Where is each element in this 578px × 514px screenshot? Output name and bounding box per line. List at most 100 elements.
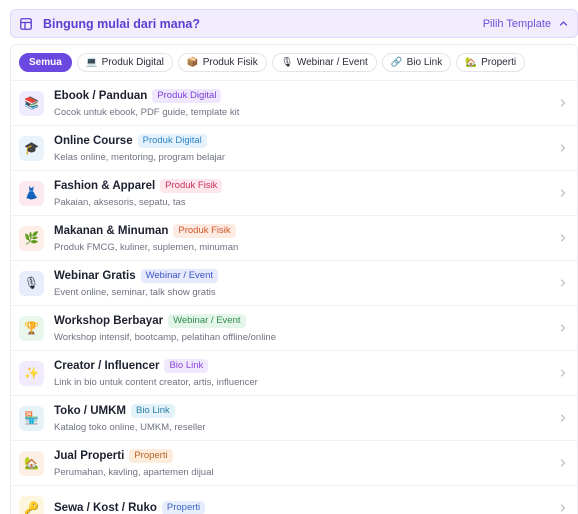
chevron-right-icon: [559, 369, 567, 377]
template-title-line: Jual Properti Properti: [54, 449, 553, 464]
filter-chip-label: Produk Fisik: [202, 57, 258, 68]
template-text: Workshop Berbayar Webinar / Event Workshop…: [54, 314, 553, 343]
chevron-right-icon: [559, 234, 567, 242]
filter-chip-label: Produk Digital: [101, 57, 164, 68]
category-badge: Produk Digital: [137, 134, 207, 148]
template-title: Creator / Influencer: [54, 360, 160, 372]
chevron-right-icon: [559, 324, 567, 332]
template-title-line: Toko / UMKM Bio Link: [54, 404, 553, 419]
template-row[interactable]: 👗 Fashion & Apparel Produk Fisik Pakaian, a…: [11, 171, 577, 216]
filter-chip[interactable]: 🔗 Bio Link: [381, 53, 452, 72]
template-description: Workshop intensif, bootcamp, pelatihan o…: [54, 331, 276, 343]
template-title: Sewa / Kost / Ruko: [54, 502, 157, 514]
template-title: Ebook / Panduan: [54, 90, 148, 102]
chevron-right-icon: [559, 279, 567, 287]
template-text: Webinar Gratis Webinar / Event Event onlin…: [54, 269, 553, 298]
chevron-right-icon: [559, 459, 567, 467]
template-list: 📚 Ebook / Panduan Produk Digital Cocok untu…: [11, 81, 577, 514]
template-icon: 🌿: [19, 225, 44, 251]
template-text: Online Course Produk Digital Kelas online,…: [54, 134, 553, 163]
chevron-right-icon: [559, 504, 567, 512]
chevron-right-icon: [559, 99, 567, 107]
template-title: Online Course: [54, 135, 133, 147]
template-icon: 🔑: [19, 495, 44, 514]
template-title: Workshop Berbayar: [54, 315, 164, 327]
template-title-line: Fashion & Apparel Produk Fisik: [54, 179, 553, 194]
template-description: Pakaian, aksesoris, sepatu, tas: [54, 196, 186, 208]
filter-chip-icon: 🔗: [390, 57, 403, 68]
template-title: Makanan & Minuman: [54, 225, 169, 237]
template-text: Fashion & Apparel Produk Fisik Pakaian, ak…: [54, 179, 553, 208]
category-filter-bar: Semua 💻 Produk Digital 📦 Produk Fisik 🎙 Webina…: [11, 45, 577, 81]
filter-chip[interactable]: 🏡 Properti: [456, 53, 526, 72]
template-title-line: Ebook / Panduan Produk Digital: [54, 89, 553, 104]
chevron-right-icon: [559, 414, 567, 422]
template-title-line: Creator / Influencer Bio Link: [54, 359, 553, 374]
template-row[interactable]: 🔑 Sewa / Kost / Ruko Properti: [11, 486, 577, 514]
template-icon: 🎙: [19, 270, 44, 296]
template-row[interactable]: 🎙 Webinar Gratis Webinar / Event Event onli…: [11, 261, 577, 306]
filter-chip-icon: 🎙: [280, 57, 293, 68]
filter-chip-label: Properti: [481, 57, 517, 68]
template-icon: 👗: [19, 180, 44, 206]
template-row[interactable]: ✨ Creator / Influencer Bio Link Link in bio…: [11, 351, 577, 396]
template-row[interactable]: 🎓 Online Course Produk Digital Kelas online…: [11, 126, 577, 171]
template-banner[interactable]: Bingung mulai dari mana? Pilih Template: [10, 9, 578, 38]
template-text: Ebook / Panduan Produk Digital Cocok untuk…: [54, 89, 553, 118]
category-badge: Properti: [161, 501, 206, 514]
chevron-right-icon: [559, 144, 567, 152]
template-title-line: Makanan & Minuman Produk Fisik: [54, 224, 553, 239]
template-text: Creator / Influencer Bio Link Link in bio …: [54, 359, 553, 388]
template-icon: ✨: [19, 360, 44, 386]
template-text: Sewa / Kost / Ruko Properti: [54, 501, 553, 514]
template-panel: Semua 💻 Produk Digital 📦 Produk Fisik 🎙 Webina…: [10, 44, 578, 514]
category-badge: Produk Fisik: [173, 224, 236, 238]
banner-title: Bingung mulai dari mana?: [43, 16, 200, 31]
filter-chip-label: Bio Link: [406, 57, 443, 68]
template-icon: 🎓: [19, 135, 44, 161]
template-row[interactable]: 📚 Ebook / Panduan Produk Digital Cocok untu…: [11, 81, 577, 126]
template-description: Link in bio untuk content creator, artis…: [54, 376, 258, 388]
chevron-up-icon[interactable]: [559, 19, 568, 28]
template-title-line: Sewa / Kost / Ruko Properti: [54, 501, 553, 514]
template-icon: 🏡: [19, 450, 44, 476]
category-badge: Produk Fisik: [160, 179, 223, 193]
template-grid-icon: [20, 17, 32, 30]
filter-chip[interactable]: 💻 Produk Digital: [76, 53, 173, 72]
template-row[interactable]: 🏡 Jual Properti Properti Perumahan, kavling…: [11, 441, 577, 486]
template-text: Toko / UMKM Bio Link Katalog toko online, …: [54, 404, 553, 433]
template-row[interactable]: 🏪 Toko / UMKM Bio Link Katalog toko online,…: [11, 396, 577, 441]
template-title-line: Workshop Berbayar Webinar / Event: [54, 314, 553, 329]
category-badge: Webinar / Event: [168, 314, 246, 328]
category-badge: Properti: [129, 449, 173, 463]
filter-chip-icon: 🏡: [465, 57, 478, 68]
template-title-line: Online Course Produk Digital: [54, 134, 553, 149]
filter-chip-label: Semua: [29, 57, 62, 68]
filter-chip[interactable]: 📦 Produk Fisik: [177, 53, 267, 72]
category-badge: Bio Link: [130, 404, 175, 418]
template-title: Jual Properti: [54, 450, 125, 462]
template-icon: 📚: [19, 90, 44, 116]
filter-chip-label: Webinar / Event: [296, 57, 368, 68]
template-title: Webinar Gratis: [54, 270, 136, 282]
pilih-template-link[interactable]: Pilih Template: [483, 18, 551, 30]
filter-chip[interactable]: Semua: [19, 53, 72, 72]
category-badge: Produk Digital: [152, 89, 222, 103]
template-description: Event online, seminar, talk show gratis: [54, 286, 216, 298]
template-description: Kelas online, mentoring, program belajar: [54, 151, 226, 163]
template-description: Cocok untuk ebook, PDF guide, template k…: [54, 106, 240, 118]
template-icon: 🏆: [19, 315, 44, 341]
category-badge: Webinar / Event: [140, 269, 219, 283]
filter-chip-icon: 📦: [186, 57, 199, 68]
category-badge: Bio Link: [164, 359, 209, 373]
template-text: Makanan & Minuman Produk Fisik Produk FMCG…: [54, 224, 553, 253]
template-title: Fashion & Apparel: [54, 180, 156, 192]
template-row[interactable]: 🌿 Makanan & Minuman Produk Fisik Produk FMC…: [11, 216, 577, 261]
chevron-right-icon: [559, 189, 567, 197]
template-title: Toko / UMKM: [54, 405, 126, 417]
template-text: Jual Properti Properti Perumahan, kavling,…: [54, 449, 553, 478]
template-icon: 🏪: [19, 405, 44, 431]
template-row[interactable]: 🏆 Workshop Berbayar Webinar / Event Worksho…: [11, 306, 577, 351]
filter-chip[interactable]: 🎙 Webinar / Event: [271, 53, 377, 72]
filter-chip-icon: 💻: [85, 57, 98, 68]
